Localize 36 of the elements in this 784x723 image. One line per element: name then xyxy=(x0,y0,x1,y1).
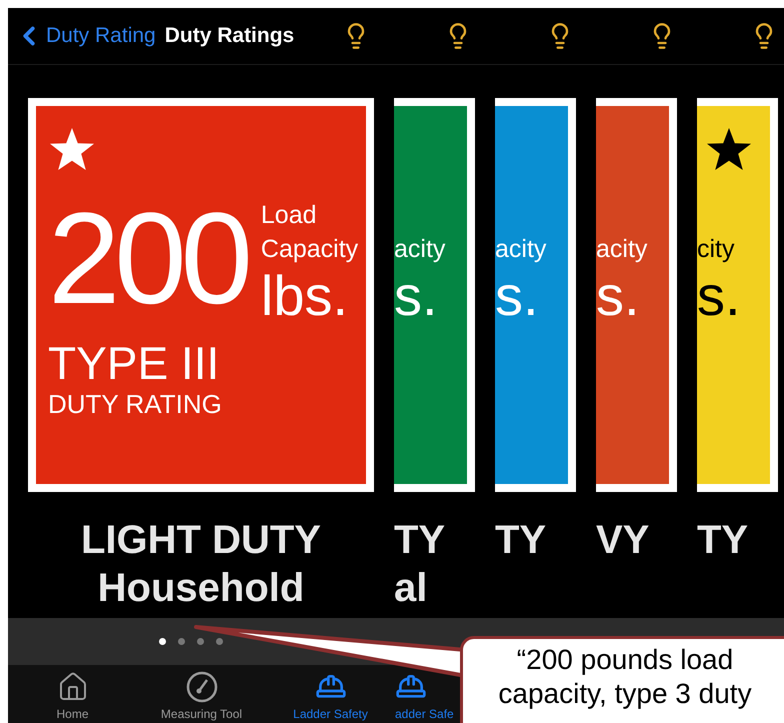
duty-rating-card[interactable]: acity s. xyxy=(495,98,576,492)
rating-label: DUTY RATING xyxy=(48,388,223,420)
unit-label: s. xyxy=(394,266,439,326)
capacity-label: acity xyxy=(394,234,446,265)
duty-title: VY xyxy=(596,517,650,564)
back-link[interactable]: Duty Rating xyxy=(14,21,156,51)
unit-label: s. xyxy=(697,266,741,326)
duty-rating-card[interactable]: city s. xyxy=(697,98,778,492)
capacity-number: 200 xyxy=(48,188,248,328)
capacity-label: acity xyxy=(596,234,648,265)
page-dot[interactable] xyxy=(197,638,204,645)
page-dot[interactable] xyxy=(216,638,223,645)
duty-rating-card[interactable]: acity s. xyxy=(394,98,475,492)
screen-title: Duty Ratings xyxy=(164,24,294,48)
capacity-label: city xyxy=(697,234,736,265)
duty-subtitle: al xyxy=(394,565,428,612)
load-label: Load xyxy=(260,200,318,231)
gauge-icon xyxy=(186,671,218,703)
tab-item[interactable]: Measuring Tool xyxy=(137,665,266,723)
unit-label: s. xyxy=(495,266,540,326)
duty-title: TY xyxy=(697,517,748,564)
duty-subtitle: Household xyxy=(98,565,304,612)
page-dot[interactable] xyxy=(159,638,166,645)
unit-label: s. xyxy=(596,266,641,326)
type-label: TYPE III xyxy=(48,338,220,388)
duty-title: TY xyxy=(495,517,546,564)
duty-title: LIGHT DUTY xyxy=(81,517,321,564)
capacity-label: Capacity xyxy=(260,234,358,265)
tab-item[interactable]: Ladder Safety xyxy=(266,665,395,723)
page-dot[interactable] xyxy=(178,638,185,645)
capacity-label: acity xyxy=(495,234,546,265)
callout-text: “200 pounds load capacity, type 3 duty xyxy=(497,643,753,711)
tab-item[interactable]: Home xyxy=(8,665,137,723)
unit-label: lbs. xyxy=(260,266,350,326)
duty-rating-card[interactable]: acity s. xyxy=(596,98,677,492)
duty-title: TY xyxy=(394,517,446,564)
